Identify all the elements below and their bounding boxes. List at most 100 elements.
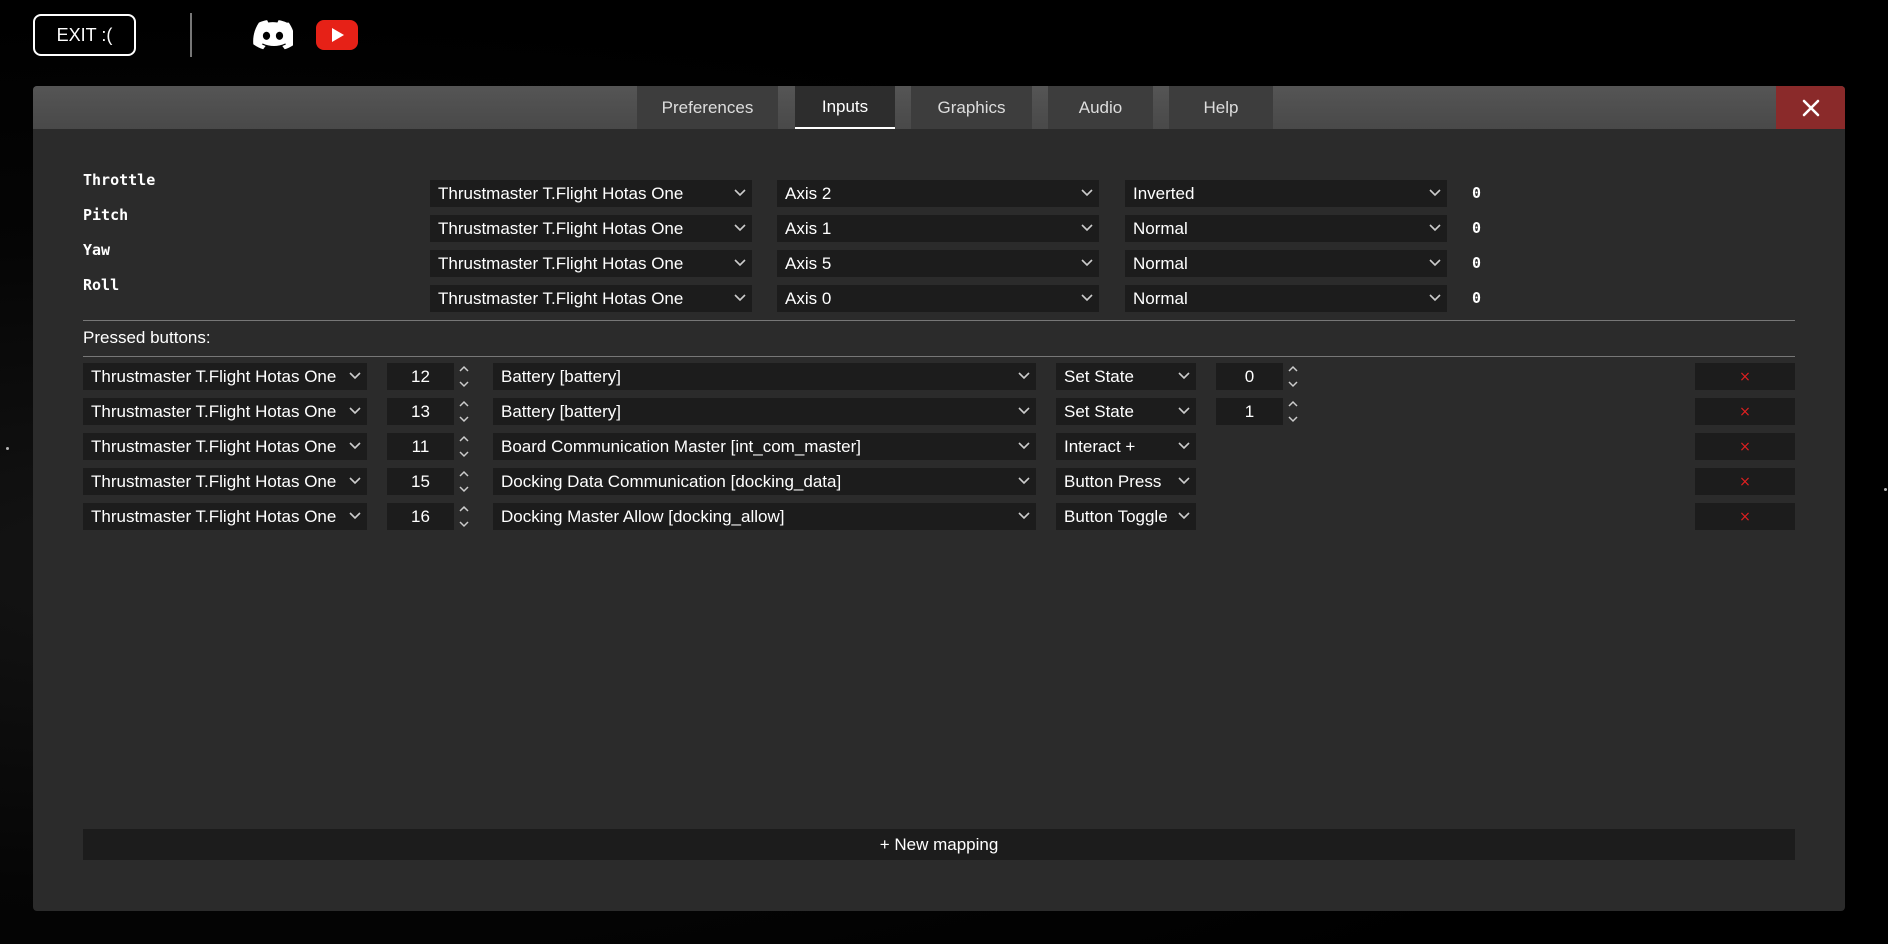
select-value: Thrustmaster T.Flight Hotas One (438, 289, 684, 308)
chevron-down-icon (1429, 224, 1441, 232)
button-type-select[interactable]: Interact + (1056, 433, 1196, 460)
chevron-down-icon (734, 189, 746, 197)
axis-label-roll: Roll (83, 276, 120, 294)
axis-device-select[interactable]: Thrustmaster T.Flight Hotas One (430, 215, 752, 242)
button-device-select[interactable]: Thrustmaster T.Flight Hotas One (83, 503, 367, 530)
button-number-input[interactable]: 16 (387, 503, 454, 530)
button-number-input[interactable]: 11 (387, 433, 454, 460)
button-type-select[interactable]: Set State (1056, 398, 1196, 425)
axis-mode-select[interactable]: Inverted (1125, 180, 1447, 207)
chevron-down-icon (1178, 372, 1190, 380)
stepper-icon[interactable] (457, 468, 471, 495)
chevron-down-icon (1429, 294, 1441, 302)
axis-label-throttle: Throttle (83, 171, 156, 189)
select-value: Thrustmaster T.Flight Hotas One (438, 184, 684, 203)
button-action-select[interactable]: Battery [battery] (493, 363, 1036, 390)
toolbar-divider (190, 13, 192, 57)
stepper-icon[interactable] (457, 398, 471, 425)
select-value: Set State (1064, 367, 1134, 386)
select-value: Battery [battery] (501, 367, 621, 386)
divider (83, 356, 1795, 357)
button-device-select[interactable]: Thrustmaster T.Flight Hotas One (83, 468, 367, 495)
chevron-down-icon (1018, 372, 1030, 380)
chevron-down-icon (1018, 407, 1030, 415)
select-value: Inverted (1133, 184, 1195, 203)
discord-icon[interactable] (253, 20, 293, 50)
stepper-icon[interactable] (457, 363, 471, 390)
axis-device-select[interactable]: Thrustmaster T.Flight Hotas One (430, 180, 752, 207)
axis-mode-select[interactable]: Normal (1125, 285, 1447, 312)
select-value: Battery [battery] (501, 402, 621, 421)
axis-device-select[interactable]: Thrustmaster T.Flight Hotas One (430, 285, 752, 312)
state-value-input[interactable]: 1 (1216, 398, 1283, 425)
divider (83, 320, 1795, 321)
pressed-buttons-label: Pressed buttons: (83, 328, 211, 347)
button-type-select[interactable]: Set State (1056, 363, 1196, 390)
axis-index-select[interactable]: Axis 2 (777, 180, 1099, 207)
delete-mapping-button[interactable]: × (1695, 363, 1795, 390)
stepper-icon[interactable] (1286, 363, 1300, 390)
chevron-down-icon (1178, 442, 1190, 450)
stepper-icon[interactable] (457, 433, 471, 460)
youtube-icon[interactable] (316, 20, 358, 50)
close-icon (1802, 99, 1819, 116)
select-value: Normal (1133, 254, 1188, 273)
axis-index-select[interactable]: Axis 5 (777, 250, 1099, 277)
button-device-select[interactable]: Thrustmaster T.Flight Hotas One (83, 363, 367, 390)
select-value: Thrustmaster T.Flight Hotas One (91, 367, 337, 386)
chevron-down-icon (1018, 512, 1030, 520)
axis-index-select[interactable]: Axis 1 (777, 215, 1099, 242)
button-device-select[interactable]: Thrustmaster T.Flight Hotas One (83, 398, 367, 425)
tab-graphics[interactable]: Graphics (911, 86, 1032, 129)
button-number-input[interactable]: 12 (387, 363, 454, 390)
chevron-down-icon (734, 294, 746, 302)
close-button[interactable] (1776, 86, 1845, 129)
button-action-select[interactable]: Docking Master Allow [docking_allow] (493, 503, 1036, 530)
stepper-icon[interactable] (457, 503, 471, 530)
button-number-input[interactable]: 13 (387, 398, 454, 425)
tab-bar: Preferences Inputs Graphics Audio Help (33, 86, 1845, 129)
axis-label-pitch: Pitch (83, 206, 129, 224)
state-value-input[interactable]: 0 (1216, 363, 1283, 390)
chevron-down-icon (349, 407, 361, 415)
axis-value: 0 (1472, 219, 1482, 237)
button-type-select[interactable]: Button Press (1056, 468, 1196, 495)
axis-value: 0 (1472, 184, 1482, 202)
select-value: Axis 2 (785, 184, 832, 203)
tab-inputs[interactable]: Inputs (795, 86, 895, 129)
button-device-select[interactable]: Thrustmaster T.Flight Hotas One (83, 433, 367, 460)
chevron-down-icon (1178, 477, 1190, 485)
select-value: Axis 1 (785, 219, 832, 238)
exit-button[interactable]: EXIT :( (33, 14, 136, 56)
tab-help[interactable]: Help (1169, 86, 1273, 129)
axis-value: 0 (1472, 289, 1482, 307)
button-action-select[interactable]: Battery [battery] (493, 398, 1036, 425)
delete-mapping-button[interactable]: × (1695, 503, 1795, 530)
stepper-icon[interactable] (1286, 398, 1300, 425)
button-action-select[interactable]: Board Communication Master [int_com_mast… (493, 433, 1036, 460)
select-value: Thrustmaster T.Flight Hotas One (91, 472, 337, 491)
chevron-down-icon (734, 259, 746, 267)
select-value: Thrustmaster T.Flight Hotas One (91, 402, 337, 421)
chevron-down-icon (1018, 477, 1030, 485)
tab-audio[interactable]: Audio (1048, 86, 1153, 129)
delete-mapping-button[interactable]: × (1695, 433, 1795, 460)
button-number-input[interactable]: 15 (387, 468, 454, 495)
axis-index-select[interactable]: Axis 0 (777, 285, 1099, 312)
button-type-select[interactable]: Button Toggle (1056, 503, 1196, 530)
select-value: Thrustmaster T.Flight Hotas One (438, 219, 684, 238)
button-action-select[interactable]: Docking Data Communication [docking_data… (493, 468, 1036, 495)
tab-preferences[interactable]: Preferences (637, 86, 778, 129)
chevron-down-icon (1018, 442, 1030, 450)
axis-device-select[interactable]: Thrustmaster T.Flight Hotas One (430, 250, 752, 277)
star (1884, 488, 1887, 491)
delete-mapping-button[interactable]: × (1695, 398, 1795, 425)
delete-mapping-button[interactable]: × (1695, 468, 1795, 495)
star (6, 447, 9, 450)
settings-panel: Preferences Inputs Graphics Audio Help T… (33, 86, 1845, 911)
new-mapping-button[interactable]: + New mapping (83, 829, 1795, 860)
select-value: Set State (1064, 402, 1134, 421)
axis-label-yaw: Yaw (83, 241, 111, 259)
axis-mode-select[interactable]: Normal (1125, 250, 1447, 277)
axis-mode-select[interactable]: Normal (1125, 215, 1447, 242)
